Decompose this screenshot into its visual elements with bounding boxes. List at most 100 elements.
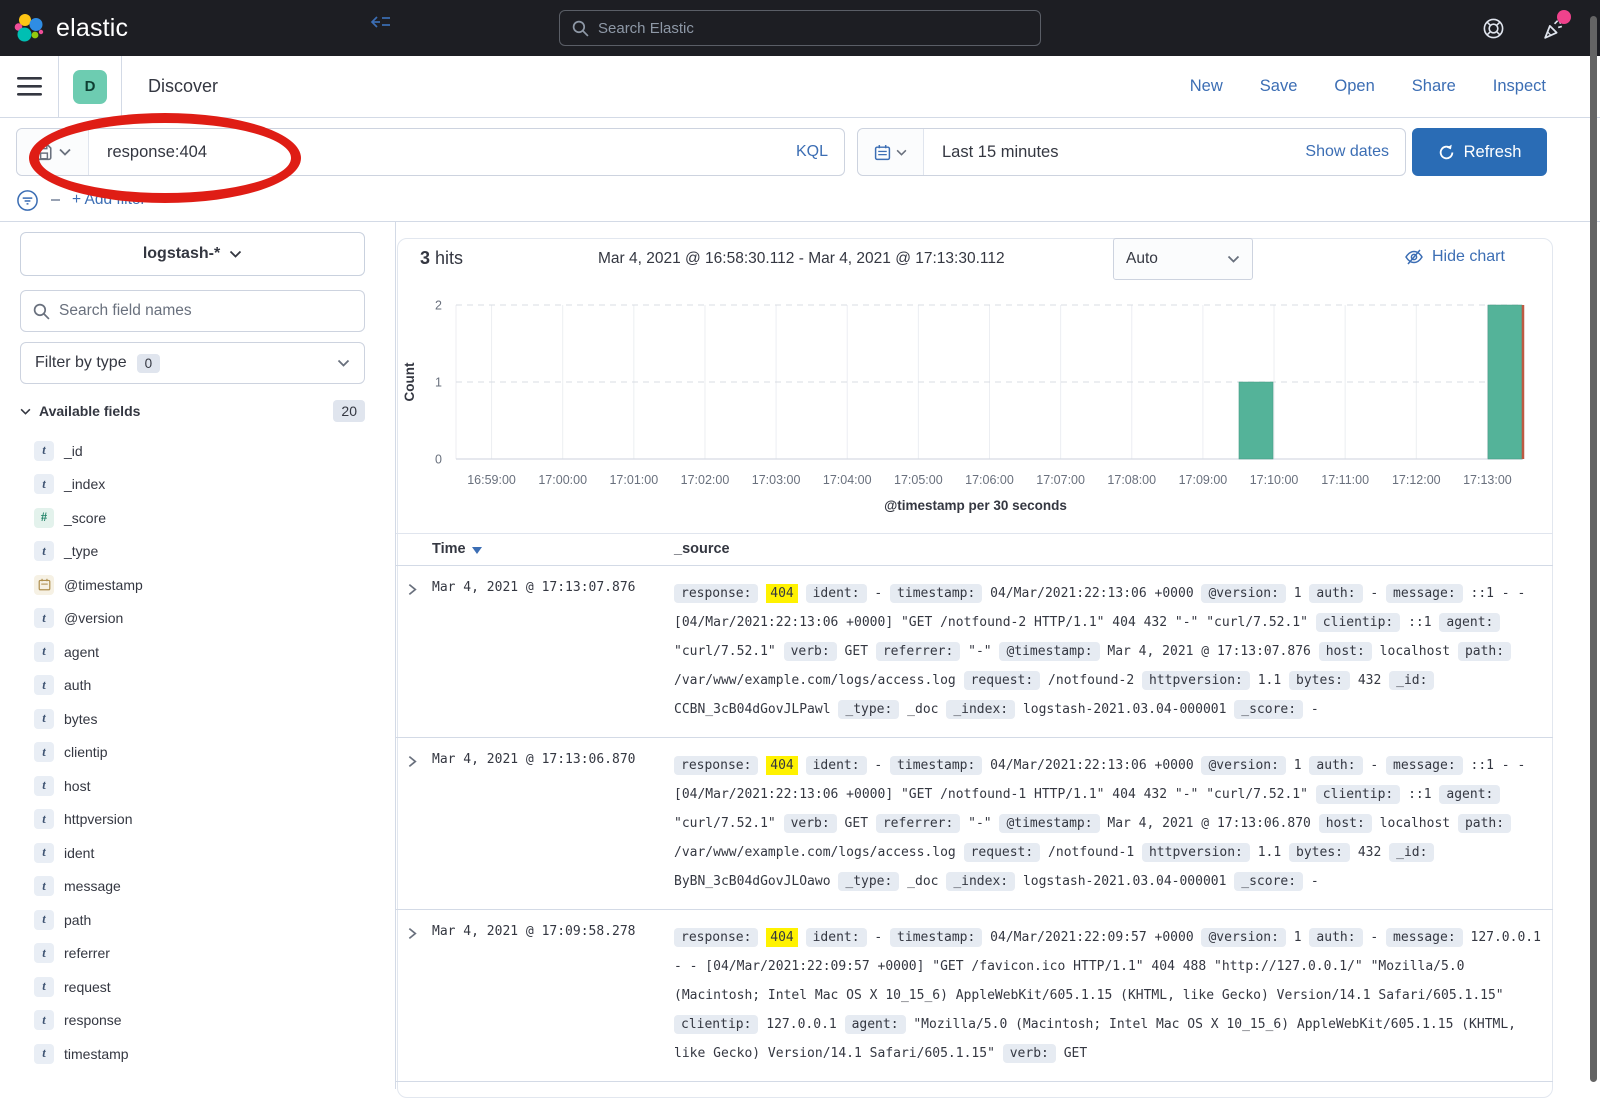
help-icon[interactable]: [1482, 17, 1505, 40]
available-fields-count-badge: 20: [333, 400, 365, 422]
field-key-badge: message:: [1386, 928, 1463, 947]
collapse-sidebar-icon[interactable]: [369, 14, 391, 30]
field-item-id[interactable]: t_id: [20, 434, 365, 468]
field-item-auth[interactable]: tauth: [20, 669, 365, 703]
global-search-input[interactable]: Search Elastic: [559, 10, 1041, 46]
svg-text:16:59:00: 16:59:00: [467, 473, 516, 487]
type-filter-count-badge: 0: [137, 354, 161, 373]
filter-by-type-select[interactable]: Filter by type 0: [20, 342, 365, 384]
field-item-type[interactable]: t_type: [20, 535, 365, 569]
field-list: t_idt_index#_scoret_type@timestampt@vers…: [20, 434, 365, 1071]
index-pattern-select[interactable]: logstash-*: [20, 232, 365, 276]
field-key-badge: @version:: [1201, 928, 1285, 947]
saved-query-menu-button[interactable]: [17, 129, 89, 175]
field-search-input[interactable]: Search field names: [20, 290, 365, 332]
source-column-header: _source: [674, 541, 730, 557]
field-key-badge: path:: [1458, 642, 1511, 661]
save-button[interactable]: Save: [1260, 77, 1298, 96]
page-scrollbar[interactable]: [1590, 16, 1597, 1082]
string-type-icon: t: [34, 441, 54, 461]
field-name: clientip: [64, 744, 108, 760]
field-key-badge: verb:: [784, 642, 837, 661]
field-key-badge: _score:: [1234, 872, 1303, 891]
field-item-timestamp[interactable]: ttimestamp: [20, 1037, 365, 1071]
field-item-message[interactable]: tmessage: [20, 870, 365, 904]
field-key-badge: _id:: [1389, 843, 1434, 862]
histogram-chart[interactable]: 012Count16:59:0017:00:0017:01:0017:02:00…: [398, 293, 1553, 498]
share-button[interactable]: Share: [1412, 77, 1456, 96]
field-item-index[interactable]: t_index: [20, 468, 365, 502]
svg-text:Count: Count: [402, 362, 417, 401]
filter-icon[interactable]: [16, 189, 39, 212]
field-item-version[interactable]: t@version: [20, 602, 365, 636]
elastic-logo[interactable]: elastic: [14, 12, 128, 44]
inspect-button[interactable]: Inspect: [1493, 77, 1546, 96]
new-button[interactable]: New: [1190, 77, 1223, 96]
expand-row-icon[interactable]: [405, 583, 418, 596]
field-item-score[interactable]: #_score: [20, 501, 365, 535]
field-item-ident[interactable]: tident: [20, 836, 365, 870]
query-language-button[interactable]: KQL: [796, 143, 844, 161]
hits-counter: 3 hits: [420, 248, 463, 269]
expand-row-icon[interactable]: [405, 927, 418, 940]
time-column-header[interactable]: Time: [432, 541, 482, 557]
chevron-down-icon: [229, 250, 242, 258]
field-item-httpversion[interactable]: thttpversion: [20, 803, 365, 837]
add-filter-button[interactable]: + Add filter: [72, 191, 146, 209]
newsfeed-icon[interactable]: [1541, 16, 1566, 41]
refresh-label: Refresh: [1464, 143, 1522, 162]
field-item-agent[interactable]: tagent: [20, 635, 365, 669]
space-avatar[interactable]: D: [73, 70, 107, 104]
field-item-path[interactable]: tpath: [20, 903, 365, 937]
expand-row-icon[interactable]: [405, 755, 418, 768]
field-item-response[interactable]: tresponse: [20, 1004, 365, 1038]
field-key-badge: referrer:: [876, 814, 960, 833]
field-item-host[interactable]: thost: [20, 769, 365, 803]
field-key-badge: _id:: [1389, 671, 1434, 690]
app-navbar: D Discover New Save Open Share Inspect: [0, 56, 1600, 118]
field-name: request: [64, 979, 111, 995]
elastic-logo-icon: [14, 12, 46, 44]
field-item-request[interactable]: t request: [20, 970, 365, 1004]
field-key-badge: _type:: [838, 700, 899, 719]
field-name: @version: [64, 610, 123, 626]
svg-text:17:09:00: 17:09:00: [1179, 473, 1228, 487]
number-type-icon: #: [34, 508, 54, 528]
table-row: Mar 4, 2021 @ 17:13:06.870response: 404 …: [396, 738, 1553, 910]
refresh-button[interactable]: Refresh: [1412, 128, 1547, 176]
field-key-badge: clientip:: [1316, 613, 1400, 632]
date-quick-menu-button[interactable]: [858, 129, 924, 175]
sort-desc-icon: [472, 547, 482, 554]
string-type-icon: t: [34, 843, 54, 863]
show-dates-button[interactable]: Show dates: [1305, 143, 1405, 161]
string-type-icon: t: [34, 977, 54, 997]
svg-text:17:07:00: 17:07:00: [1036, 473, 1085, 487]
menu-icon[interactable]: [0, 77, 58, 96]
field-name: bytes: [64, 711, 97, 727]
highlighted-value: 404: [766, 584, 797, 603]
open-button[interactable]: Open: [1334, 77, 1374, 96]
hide-chart-button[interactable]: Hide chart: [1404, 248, 1505, 266]
field-item-timestamp[interactable]: @timestamp: [20, 568, 365, 602]
field-key-badge: @version:: [1201, 584, 1285, 603]
field-key-badge: response:: [674, 928, 758, 947]
field-item-referrer[interactable]: treferrer: [20, 937, 365, 971]
query-input[interactable]: response:404: [89, 143, 796, 162]
field-name: @timestamp: [64, 577, 143, 593]
row-timestamp: Mar 4, 2021 @ 17:09:58.278: [432, 924, 636, 939]
svg-text:17:03:00: 17:03:00: [752, 473, 801, 487]
doc-table-body: Mar 4, 2021 @ 17:13:07.876response: 404 …: [396, 566, 1553, 1089]
table-row: Mar 4, 2021 @ 17:13:07.876response: 404 …: [396, 566, 1553, 738]
available-fields-header[interactable]: Available fields 20: [20, 400, 365, 422]
field-item-clientip[interactable]: tclientip: [20, 736, 365, 770]
field-key-badge: httpversion:: [1142, 671, 1250, 690]
svg-text:17:05:00: 17:05:00: [894, 473, 943, 487]
date-type-icon: [34, 575, 54, 595]
time-range-value[interactable]: Last 15 minutes: [924, 143, 1305, 162]
interval-select[interactable]: Auto: [1113, 238, 1253, 280]
doc-table-header: Time _source: [396, 533, 1553, 566]
field-item-bytes[interactable]: tbytes: [20, 702, 365, 736]
saved-query-icon: [35, 143, 53, 161]
svg-text:17:00:00: 17:00:00: [538, 473, 587, 487]
field-name: _type: [64, 543, 98, 559]
